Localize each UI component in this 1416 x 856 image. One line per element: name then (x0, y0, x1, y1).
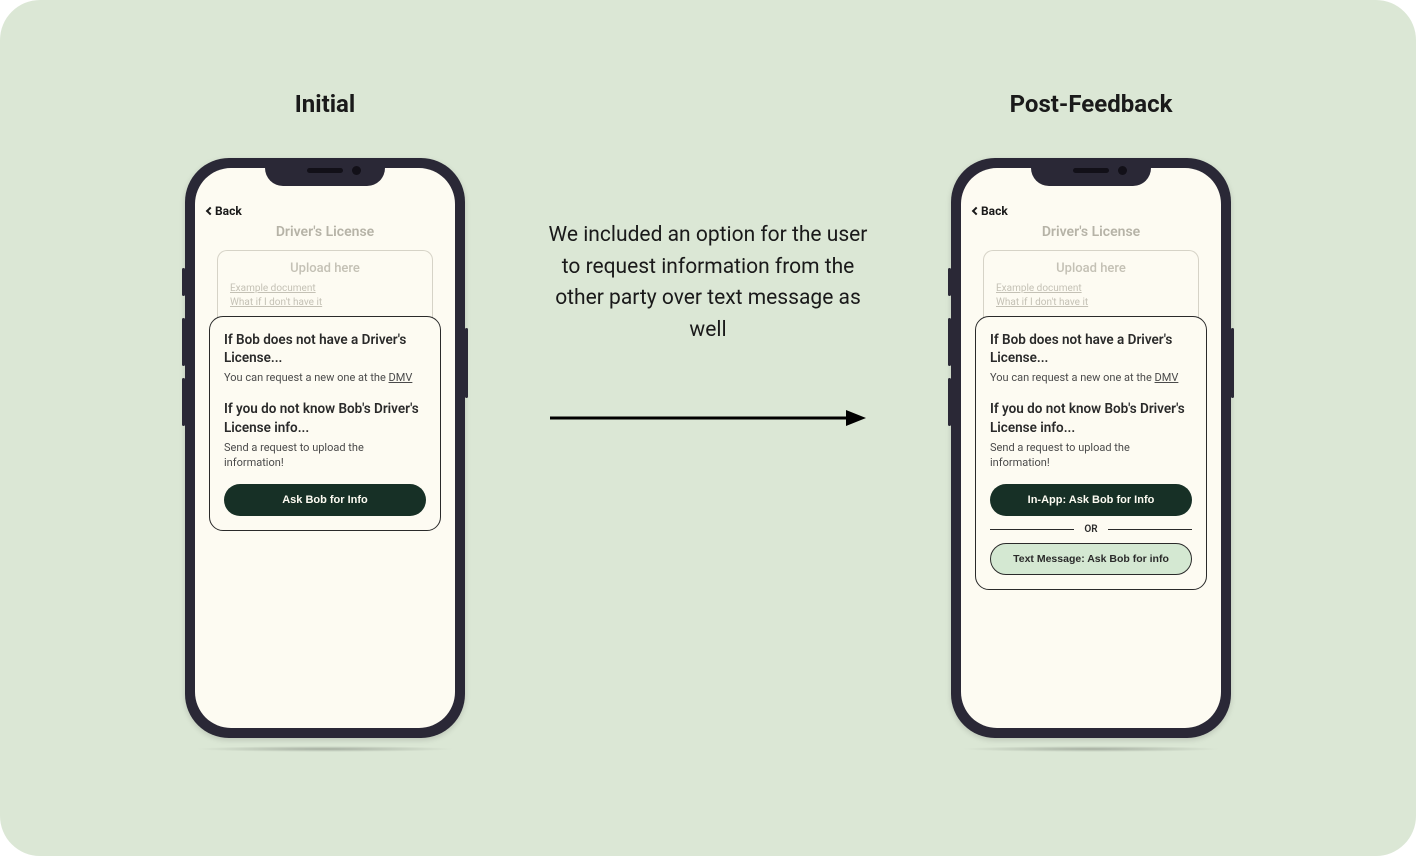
divider-line (1108, 529, 1192, 530)
post-feedback-title: Post-Feedback (1010, 90, 1173, 118)
upload-card: Upload here Example document What if I d… (983, 250, 1199, 318)
or-label: OR (1084, 524, 1097, 535)
phone-notch (1031, 158, 1151, 186)
help-modal: If Bob does not have a Driver's License.… (975, 316, 1207, 590)
chevron-left-icon (972, 207, 980, 215)
initial-title: Initial (295, 90, 356, 118)
phone-side-button (182, 318, 185, 366)
phone-side-button (1231, 328, 1234, 398)
modal-heading-2: If you do not know Bob's Driver's Licens… (990, 400, 1192, 436)
chevron-left-icon (206, 207, 214, 215)
upload-card: Upload here Example document What if I d… (217, 250, 433, 318)
phone-screen-initial: Back Driver's License Upload here Exampl… (195, 168, 455, 728)
phone-screen-post: Back Driver's License Upload here Exampl… (961, 168, 1221, 728)
back-label: Back (215, 204, 242, 218)
modal-heading-1: If Bob does not have a Driver's License.… (990, 331, 1192, 367)
example-document-link[interactable]: Example document (996, 282, 1186, 296)
phone-side-button (182, 268, 185, 296)
explanation-text: We included an option for the user to re… (538, 220, 878, 346)
dmv-link[interactable]: DMV (389, 371, 413, 384)
back-button[interactable]: Back (973, 204, 1209, 218)
page-title: Driver's License (973, 224, 1209, 240)
text-message-ask-button[interactable]: Text Message: Ask Bob for info (990, 543, 1192, 575)
phone-frame-post: Back Driver's License Upload here Exampl… (951, 158, 1231, 738)
missing-doc-link[interactable]: What if I don't have it (230, 296, 420, 310)
missing-doc-link[interactable]: What if I don't have it (996, 296, 1186, 310)
upload-title: Upload here (230, 261, 420, 276)
back-label: Back (981, 204, 1008, 218)
phone-side-button (948, 378, 951, 426)
ask-bob-button[interactable]: Ask Bob for Info (224, 484, 426, 516)
modal-body-2: Send a request to upload the information… (990, 441, 1192, 471)
arrow-icon (538, 406, 878, 430)
modal-body-2: Send a request to upload the information… (224, 441, 426, 471)
dmv-link[interactable]: DMV (1155, 371, 1179, 384)
modal-heading-1: If Bob does not have a Driver's License.… (224, 331, 426, 367)
or-divider: OR (990, 524, 1192, 535)
initial-column: Initial Back Driver's License Upload her… (185, 90, 465, 738)
phone-side-button (948, 318, 951, 366)
page-title: Driver's License (207, 224, 443, 240)
upload-title: Upload here (996, 261, 1186, 276)
example-document-link[interactable]: Example document (230, 282, 420, 296)
back-button[interactable]: Back (207, 204, 443, 218)
phone-side-button (948, 268, 951, 296)
modal-heading-2: If you do not know Bob's Driver's Licens… (224, 400, 426, 436)
explanation-block: We included an option for the user to re… (538, 220, 878, 430)
comparison-canvas: Initial Back Driver's License Upload her… (0, 0, 1416, 856)
help-modal: If Bob does not have a Driver's License.… (209, 316, 441, 531)
phone-side-button (465, 328, 468, 398)
modal-body-1: You can request a new one at the DMV (224, 371, 426, 386)
in-app-ask-button[interactable]: In-App: Ask Bob for Info (990, 484, 1192, 516)
modal-body-1-text: You can request a new one at the (224, 371, 389, 384)
divider-line (990, 529, 1074, 530)
modal-body-1-text: You can request a new one at the (990, 371, 1155, 384)
phone-notch (265, 158, 385, 186)
modal-body-1: You can request a new one at the DMV (990, 371, 1192, 386)
post-feedback-column: Post-Feedback Back Driver's License Uplo… (951, 90, 1231, 738)
phone-side-button (182, 378, 185, 426)
phone-frame-initial: Back Driver's License Upload here Exampl… (185, 158, 465, 738)
